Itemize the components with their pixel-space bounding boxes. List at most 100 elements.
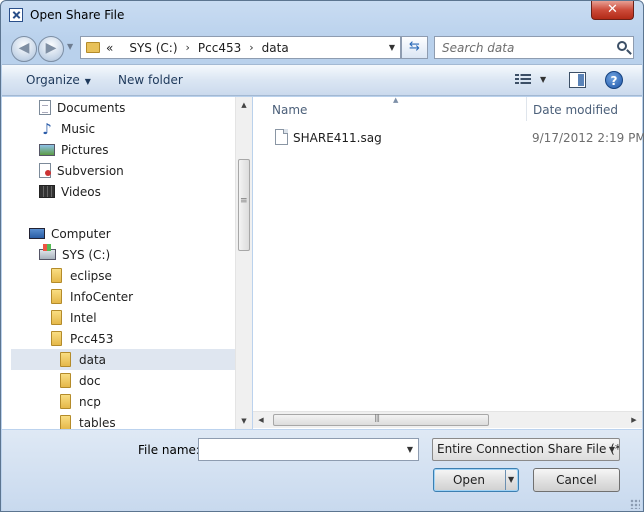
subversion-icon <box>39 163 51 178</box>
new-folder-button[interactable]: New folder <box>118 73 183 87</box>
tree-item-intel[interactable]: Intel <box>51 307 97 328</box>
file-list-scrollbar[interactable]: ◀ ▶ <box>253 411 642 428</box>
breadcrumb-drive[interactable]: SYS (C:) <box>129 41 177 55</box>
navigation-pane: Documents ♪ Music Pictures Subversion Vid… <box>2 97 252 429</box>
cancel-button[interactable]: Cancel <box>533 468 620 492</box>
folder-icon <box>60 352 71 367</box>
column-divider[interactable] <box>526 97 527 121</box>
split-divider <box>505 470 506 490</box>
recent-pages-dropdown[interactable]: ▼ <box>67 42 73 51</box>
tree-item-label: tables <box>79 415 116 430</box>
file-date: 9/17/2012 2:19 PM <box>532 131 644 145</box>
drive-icon <box>39 244 56 260</box>
address-bar[interactable]: « SYS (C:) › Pcc453 › data ▼ <box>80 36 401 59</box>
tree-item-tables[interactable]: tables <box>60 412 116 429</box>
tree-scrollbar[interactable]: ▲ ▼ <box>235 97 252 429</box>
preview-pane-icon[interactable] <box>569 72 586 88</box>
breadcrumb-separator[interactable]: › <box>186 41 190 54</box>
tree-item-doc[interactable]: doc <box>60 370 101 391</box>
tree-item-label: Music <box>61 121 96 136</box>
arrow-right-icon: ▶ <box>45 40 57 56</box>
pictures-icon <box>39 143 55 156</box>
resize-grip[interactable] <box>630 499 640 509</box>
title-bar: Open Share File ✕ <box>1 1 643 31</box>
refresh-icon: ⇆ <box>409 39 420 54</box>
folder-icon <box>51 289 62 304</box>
tree-item-label: Intel <box>70 310 97 325</box>
tree-item-data[interactable]: data <box>11 349 235 370</box>
tree-item-videos[interactable]: Videos <box>39 181 101 202</box>
tree-item-documents[interactable]: Documents <box>39 97 125 118</box>
folder-icon <box>60 415 71 429</box>
tree-item-label: ncp <box>79 394 101 409</box>
computer-icon <box>29 228 45 239</box>
breadcrumb-pcc453[interactable]: Pcc453 <box>198 41 241 55</box>
refresh-button[interactable]: ⇆ <box>401 36 428 59</box>
scroll-right-icon[interactable]: ▶ <box>626 412 642 428</box>
tree-item-label: Pictures <box>61 142 109 157</box>
breadcrumb-data[interactable]: data <box>262 41 289 55</box>
tree-item-sys-c[interactable]: SYS (C:) <box>39 244 110 265</box>
column-date-modified[interactable]: Date modified <box>533 103 618 117</box>
search-input[interactable] <box>435 37 605 58</box>
breadcrumb: « SYS (C:) › Pcc453 › data <box>106 41 289 55</box>
tree-item-label: data <box>79 352 107 367</box>
tree-item-label: Pcc453 <box>70 331 114 346</box>
close-button[interactable]: ✕ <box>591 1 634 20</box>
view-options-dropdown[interactable]: ▼ <box>540 75 546 84</box>
tree-item-pictures[interactable]: Pictures <box>39 139 109 160</box>
documents-icon <box>39 100 51 115</box>
tree-item-label: Subversion <box>57 163 124 178</box>
tree-item-label: eclipse <box>70 268 112 283</box>
address-dropdown[interactable]: ▼ <box>389 43 395 52</box>
file-type-select[interactable]: Entire Connection Share File (*. ▼ <box>432 438 620 461</box>
column-name[interactable]: Name <box>272 103 307 117</box>
folder-icon <box>60 373 71 388</box>
tree-item-label: SYS (C:) <box>62 247 111 262</box>
close-icon: ✕ <box>607 2 618 17</box>
view-options-icon[interactable] <box>515 74 531 86</box>
folder-icon <box>60 394 71 409</box>
scroll-up-icon[interactable]: ▲ <box>236 97 252 113</box>
arrow-left-icon: ◀ <box>18 40 30 56</box>
file-row[interactable]: SHARE411.sag 9/17/2012 2:19 PM <box>253 127 644 149</box>
back-button[interactable]: ◀ <box>11 36 37 62</box>
chevron-down-icon: ▼ <box>84 77 91 86</box>
chevron-down-icon: ▼ <box>608 445 615 454</box>
file-name: SHARE411.sag <box>293 131 382 145</box>
tree-item-computer[interactable]: Computer <box>29 223 111 244</box>
open-button-label: Open <box>452 473 486 487</box>
search-icon[interactable] <box>617 41 627 51</box>
tree-item-ncp[interactable]: ncp <box>60 391 101 412</box>
tree-item-label: Videos <box>61 184 101 199</box>
breadcrumb-overflow[interactable]: « <box>106 41 113 55</box>
help-icon[interactable]: ? <box>605 71 623 89</box>
chevron-down-icon[interactable]: ▼ <box>407 445 413 454</box>
command-bar: Organize ▼ New folder ▼ ? <box>2 64 642 96</box>
tree-item-label: Computer <box>51 226 111 241</box>
tree-item-label: InfoCenter <box>70 289 134 304</box>
folder-icon <box>86 42 100 53</box>
window-title: Open Share File <box>30 8 125 22</box>
open-button[interactable]: Open ▼ <box>433 468 519 492</box>
scrollbar-thumb[interactable] <box>238 159 250 251</box>
tree-item-music[interactable]: ♪ Music <box>39 118 95 139</box>
tree-item-eclipse[interactable]: eclipse <box>51 265 112 286</box>
folder-tree: Documents ♪ Music Pictures Subversion Vid… <box>2 97 235 429</box>
tree-item-label: doc <box>79 373 101 388</box>
scroll-down-icon[interactable]: ▼ <box>236 413 252 429</box>
tree-item-infocenter[interactable]: InfoCenter <box>51 286 133 307</box>
videos-icon <box>39 185 55 198</box>
folder-icon <box>51 310 62 325</box>
breadcrumb-separator[interactable]: › <box>249 41 253 54</box>
scroll-left-icon[interactable]: ◀ <box>253 412 269 428</box>
tree-item-pcc453[interactable]: Pcc453 <box>51 328 113 349</box>
organize-button[interactable]: Organize ▼ <box>26 73 91 87</box>
forward-button[interactable]: ▶ <box>38 36 64 62</box>
open-options-dropdown[interactable]: ▼ <box>508 469 514 491</box>
scrollbar-thumb[interactable] <box>273 413 489 426</box>
organize-label: Organize <box>26 73 80 87</box>
dialog-footer: File name: ▼ Entire Connection Share Fil… <box>2 430 642 511</box>
tree-item-subversion[interactable]: Subversion <box>39 160 124 181</box>
file-name-input[interactable] <box>199 439 399 460</box>
